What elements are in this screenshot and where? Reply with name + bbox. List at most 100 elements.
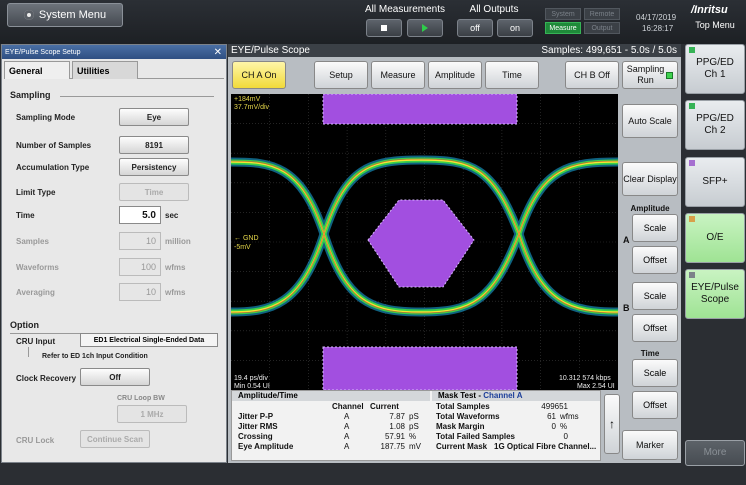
time-input[interactable]: 5.0 xyxy=(119,206,161,224)
status-system: System xyxy=(545,8,581,20)
row-crossing-unit: % xyxy=(409,432,417,441)
sfp-tag-icon xyxy=(689,160,695,166)
setup-button[interactable]: Setup xyxy=(314,61,368,89)
accum-type-button[interactable]: Persistency xyxy=(119,158,189,176)
mask-margin-val: 0 xyxy=(551,422,556,431)
scope-setup-panel: EYE/Pulse Scope Setup ✕ General Utilitie… xyxy=(1,44,227,463)
row-jitter-pp-name: Jitter P-P xyxy=(238,412,274,421)
measure-button[interactable]: Measure xyxy=(371,61,425,89)
scope-titlebar: EYE/Pulse Scope Samples: 499,651 - 5.0s … xyxy=(228,44,681,57)
sampling-run-button[interactable]: Sampling Run xyxy=(622,61,678,89)
clock-recovery-label: Clock Recovery xyxy=(16,374,77,383)
outputs-on-button[interactable]: on xyxy=(497,19,533,37)
accum-type-label: Accumulation Type xyxy=(16,163,90,172)
current-mask-value: 1G Optical Fibre Channel... xyxy=(494,442,597,451)
amp-a-scale-button[interactable]: Scale xyxy=(632,214,678,242)
time-text: 16:28:17 xyxy=(642,24,674,33)
menu-ppg-ed-ch1[interactable]: PPG/ED Ch 1 xyxy=(685,44,745,94)
channel-col-header: Channel xyxy=(332,402,364,411)
gear-icon xyxy=(23,10,34,20)
clock-recovery-button[interactable]: Off xyxy=(80,368,150,386)
system-menu-button[interactable]: System Menu xyxy=(7,3,123,27)
status-output: Output xyxy=(584,22,620,34)
row-jitter-rms-unit: pS xyxy=(409,422,419,431)
mask-margin-name: Mask Margin xyxy=(436,422,485,431)
top-menu-label: Top Menu xyxy=(695,20,735,30)
time-scale-button[interactable]: Scale xyxy=(632,359,678,387)
cru-loop-bw-button[interactable]: 1 MHz xyxy=(117,405,187,423)
menu-more-label: More xyxy=(703,447,727,458)
results-up-arrow-button[interactable]: ↑ xyxy=(604,394,620,454)
stop-measurements-button[interactable] xyxy=(366,19,402,37)
lower-mask xyxy=(322,346,518,390)
outputs-off-button[interactable]: off xyxy=(457,19,493,37)
mask-header-text: Mask Test - xyxy=(438,391,484,400)
clear-display-button[interactable]: Clear Display xyxy=(622,162,678,196)
time-button[interactable]: Time xyxy=(485,61,539,89)
row-jitter-rms-name: Jitter RMS xyxy=(238,422,278,431)
menu-ppg-ed-ch2[interactable]: PPG/ED Ch 2 xyxy=(685,100,745,150)
limit-type-button[interactable]: Time xyxy=(119,183,189,201)
time-unit: sec xyxy=(165,211,179,220)
up-arrow-icon: ↑ xyxy=(609,417,615,431)
waveforms-input[interactable]: 100 xyxy=(119,258,161,276)
menu-sfp[interactable]: SFP+ xyxy=(685,157,745,207)
scope-screen[interactable]: +184mV 37.7mV/div ← GND -5mV 19.4 ps/div… xyxy=(231,94,618,390)
setup-titlebar: EYE/Pulse Scope Setup ✕ xyxy=(2,45,226,59)
averaging-label: Averaging xyxy=(16,288,55,297)
ch-a-on-button[interactable]: CH A On xyxy=(232,61,286,89)
continue-scan-button[interactable]: Continue Scan xyxy=(80,430,150,448)
play-icon xyxy=(422,24,428,32)
gnd-text: GND xyxy=(242,235,259,242)
top-level-readout: +184mV xyxy=(234,96,261,103)
amp-b-scale-button[interactable]: Scale xyxy=(632,282,678,310)
averaging-unit: wfms xyxy=(165,288,186,297)
status-remote: Remote xyxy=(584,8,620,20)
averaging-input[interactable]: 10 xyxy=(119,283,161,301)
top-bar: System Menu All Measurements All Outputs… xyxy=(0,0,746,44)
gnd-marker: ← GND xyxy=(234,235,259,242)
bitrate-readout: 10.312 574 kbps xyxy=(559,375,611,382)
mask-total-samples-name: Total Samples xyxy=(436,402,490,411)
time-offset-button[interactable]: Offset xyxy=(632,391,678,419)
mask-total-waveforms-unit: wfms xyxy=(560,412,579,421)
amp-time-header: Amplitude/Time xyxy=(232,391,430,401)
offset-readout: -5mV xyxy=(234,244,251,251)
all-outputs-label: All Outputs xyxy=(469,4,519,15)
menu-oe-label: O/E xyxy=(706,232,724,243)
channel-a-mark: A xyxy=(623,235,630,245)
mask-channel-text: Channel A xyxy=(483,391,523,400)
current-col-header: Current xyxy=(370,402,399,411)
marker-button[interactable]: Marker xyxy=(622,430,678,460)
sampling-mode-button[interactable]: Eye xyxy=(119,108,189,126)
sampling-header: Sampling xyxy=(10,90,51,100)
time-label: Time xyxy=(16,211,35,220)
menu-oe[interactable]: O/E xyxy=(685,213,745,263)
menu-eye-pulse-line2: Scope xyxy=(700,294,730,305)
num-samples-button[interactable]: 8191 xyxy=(119,136,189,154)
sampling-divider xyxy=(60,96,214,97)
waveforms-unit: wfms xyxy=(165,263,186,272)
ch-b-off-button[interactable]: CH B Off xyxy=(565,61,619,89)
menu-ppg-ed-ch2-line1: PPG/ED xyxy=(696,113,734,124)
amplitude-button[interactable]: Amplitude xyxy=(428,61,482,89)
stop-icon xyxy=(381,25,387,31)
tab-utilities[interactable]: Utilities xyxy=(72,61,138,79)
samples-input[interactable]: 10 xyxy=(119,232,161,250)
amp-a-offset-button[interactable]: Offset xyxy=(632,246,678,274)
cru-input-value[interactable]: ED1 Electrical Single-Ended Data xyxy=(80,333,218,347)
menu-eye-pulse-scope[interactable]: EYE/Pulse Scope xyxy=(685,269,745,319)
upper-mask xyxy=(322,94,518,125)
amp-b-offset-button[interactable]: Offset xyxy=(632,314,678,342)
close-icon[interactable]: ✕ xyxy=(214,47,222,58)
menu-sfp-label: SFP+ xyxy=(702,176,728,187)
time-group-label: Time xyxy=(640,349,660,358)
tab-general[interactable]: General xyxy=(4,61,70,79)
row-jitter-pp-unit: pS xyxy=(409,412,419,421)
num-samples-label: Number of Samples xyxy=(16,141,92,150)
mask-margin-unit: % xyxy=(560,422,568,431)
menu-more[interactable]: More xyxy=(685,440,745,466)
auto-scale-button[interactable]: Auto Scale xyxy=(622,104,678,138)
scope-frame: EYE/Pulse Scope Samples: 499,651 - 5.0s … xyxy=(228,44,681,463)
start-measurements-button[interactable] xyxy=(407,19,443,37)
